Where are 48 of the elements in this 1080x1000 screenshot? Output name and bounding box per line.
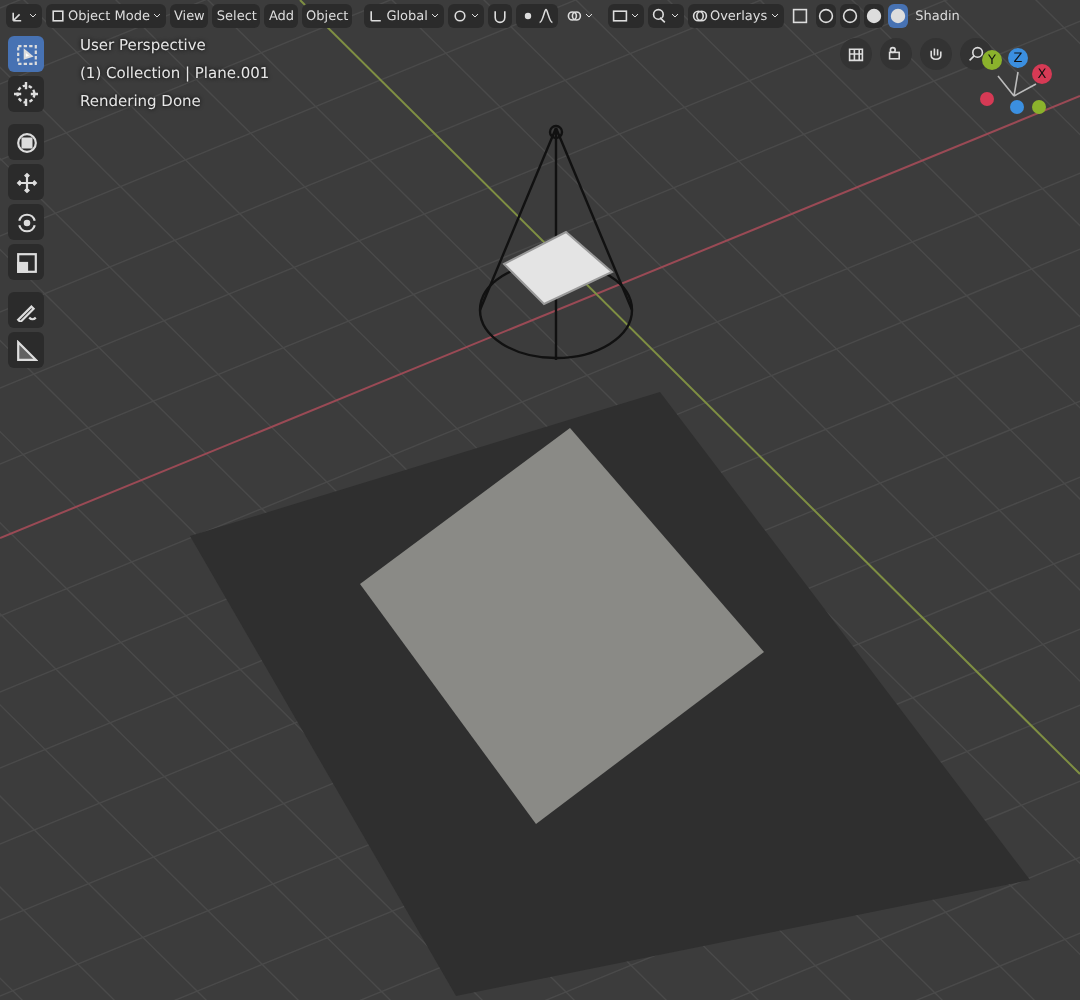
ruler-icon: [15, 339, 37, 361]
move-icon: [15, 171, 37, 193]
scale-tool[interactable]: [8, 244, 44, 280]
hand-icon: [928, 46, 944, 62]
grid-icon: [848, 46, 864, 62]
annotate-tool[interactable]: [8, 292, 44, 328]
shading-mode-button[interactable]: [863, 3, 884, 27]
cursor-tool[interactable]: [8, 76, 44, 112]
falloff-curve-icon: [537, 7, 554, 23]
pan-button[interactable]: [920, 38, 952, 70]
pivot-icon: [451, 7, 468, 23]
cursor-icon: [14, 82, 38, 106]
shading-mode-button[interactable]: [887, 3, 908, 27]
pencil-icon: [15, 299, 37, 321]
editor-type-button[interactable]: [6, 3, 42, 27]
camera-button[interactable]: [880, 38, 912, 70]
box-icon: [611, 7, 628, 23]
cube-icon: [50, 7, 66, 23]
measure-tool[interactable]: [8, 332, 44, 368]
overlay-icon: [691, 7, 708, 23]
select-box-icon: [15, 43, 37, 65]
camera-view-button[interactable]: [840, 38, 872, 70]
xray-icon: [791, 7, 808, 23]
scale-icon: [15, 251, 37, 273]
transform-tool[interactable]: [8, 124, 44, 160]
snap-button[interactable]: [487, 3, 512, 27]
move-tool[interactable]: [8, 164, 44, 200]
search-icon: [968, 46, 984, 62]
magnet-icon: [491, 7, 508, 23]
negative-axis-dot[interactable]: [1010, 100, 1024, 114]
shading-mode-button[interactable]: [839, 3, 860, 27]
circle-dot-icon: [519, 7, 536, 23]
pivot-button[interactable]: [447, 3, 484, 27]
transform-icon: [15, 131, 37, 153]
axes-icon: [10, 7, 26, 23]
visibility-button[interactable]: [607, 3, 644, 27]
negative-axis-dot[interactable]: [1032, 100, 1046, 114]
proportional-edit-button[interactable]: [515, 3, 558, 27]
rotate-icon: [15, 211, 37, 233]
xray-button[interactable]: [787, 3, 812, 27]
link-icon: [565, 7, 582, 23]
negative-axis-dot[interactable]: [980, 92, 994, 106]
gizmo-toggle-button[interactable]: [647, 3, 684, 27]
shading-mode-button[interactable]: [815, 3, 836, 27]
rotate-tool[interactable]: [8, 204, 44, 240]
axes-icon: [368, 7, 385, 23]
plane-object: [502, 230, 614, 306]
select-tool[interactable]: [8, 36, 44, 72]
